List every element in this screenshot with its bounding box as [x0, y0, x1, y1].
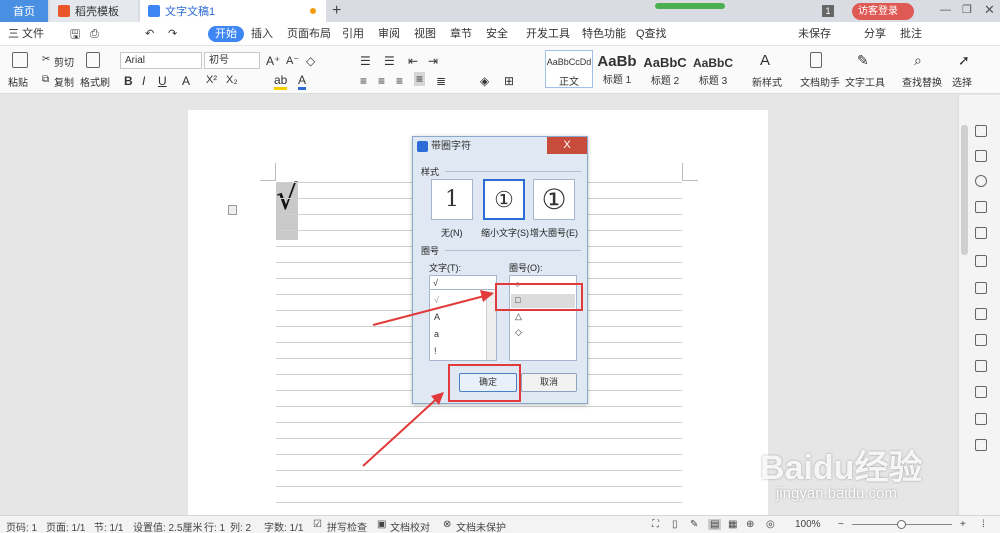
annotation-arrow [362, 392, 444, 467]
annotation-arrows [362, 290, 494, 467]
annotation-arrow [372, 290, 494, 326]
